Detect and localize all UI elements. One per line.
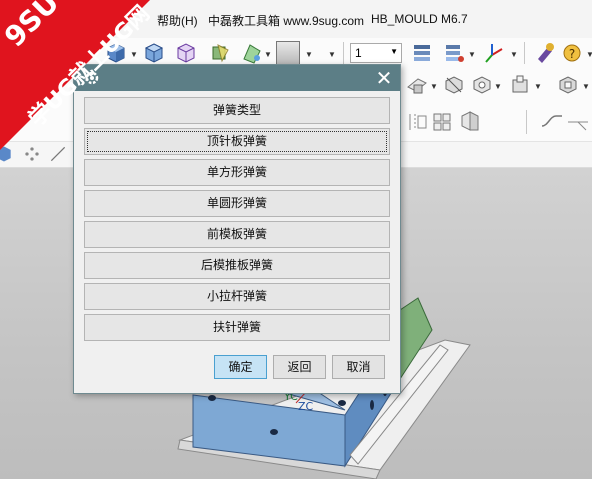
- line-tool-icon[interactable]: [566, 110, 590, 134]
- ok-button[interactable]: 确定: [214, 355, 267, 379]
- color-swatch[interactable]: [276, 41, 300, 65]
- site-watermark: 9SUG 学UG就上UG网: [0, 0, 160, 160]
- hole-feature-icon[interactable]: [470, 73, 494, 97]
- pocket-feature-icon[interactable]: [556, 73, 580, 97]
- toolbar-separator: [343, 42, 344, 64]
- chevron-down-icon[interactable]: ▼: [468, 50, 476, 59]
- svg-text:?: ?: [569, 47, 575, 61]
- option-front-plate-spring[interactable]: 前模板弹簧: [84, 221, 390, 248]
- option-square-spring[interactable]: 单方形弹簧: [84, 159, 390, 186]
- chevron-down-icon: ▼: [390, 47, 398, 56]
- layer-visible-icon[interactable]: [442, 41, 466, 65]
- layer-select[interactable]: 1 ▼: [350, 43, 402, 63]
- chevron-down-icon[interactable]: ▼: [534, 82, 542, 91]
- chevron-down-icon[interactable]: ▼: [494, 82, 502, 91]
- option-support-pin-spring[interactable]: 扶针弹簧: [84, 314, 390, 341]
- datum-plane-icon[interactable]: [405, 73, 429, 97]
- menu-item-toolbox[interactable]: 中磊教工具箱 www.9sug.com: [208, 12, 364, 29]
- wcs-axes-icon[interactable]: [482, 41, 506, 65]
- help-icon[interactable]: ?: [562, 41, 586, 65]
- chevron-down-icon[interactable]: ▼: [305, 50, 313, 59]
- solid-block-icon[interactable]: [442, 73, 466, 97]
- option-rear-push-plate-spring[interactable]: 后模推板弹簧: [84, 252, 390, 279]
- layer-settings-icon[interactable]: [410, 41, 434, 65]
- mirror-feature-icon[interactable]: [458, 110, 482, 134]
- option-small-pull-rod-spring[interactable]: 小拉杆弹簧: [84, 283, 390, 310]
- toolbar-separator: [526, 110, 527, 134]
- chevron-down-icon[interactable]: ▼: [586, 50, 592, 59]
- wireframe-cube-icon[interactable]: [174, 41, 198, 65]
- curve-tool-icon[interactable]: [540, 110, 564, 134]
- cancel-button[interactable]: 取消: [332, 355, 385, 379]
- back-button[interactable]: 返回: [273, 355, 326, 379]
- sketch-grid-icon[interactable]: [405, 110, 429, 134]
- option-round-spring[interactable]: 单圆形弹簧: [84, 190, 390, 217]
- menu-item-help[interactable]: 帮助(H): [157, 12, 198, 29]
- chevron-down-icon[interactable]: ▼: [264, 50, 272, 59]
- boss-feature-icon[interactable]: [508, 73, 532, 97]
- section-view-icon[interactable]: [208, 41, 232, 65]
- chevron-down-icon[interactable]: ▼: [582, 82, 590, 91]
- pattern-feature-icon[interactable]: [430, 110, 454, 134]
- toolbar-separator: [524, 42, 525, 64]
- chevron-down-icon[interactable]: ▼: [510, 50, 518, 59]
- face-analysis-icon[interactable]: [240, 41, 264, 65]
- menu-item-hb-mould[interactable]: HB_MOULD M6.7: [371, 12, 468, 26]
- wrench-tool-icon[interactable]: [532, 41, 556, 65]
- axis-label-zc: ZC: [298, 400, 314, 413]
- close-icon[interactable]: ✕: [374, 67, 394, 89]
- chevron-down-icon[interactable]: ▼: [328, 50, 336, 59]
- chevron-down-icon[interactable]: ▼: [430, 82, 438, 91]
- layer-select-value: 1: [355, 46, 362, 60]
